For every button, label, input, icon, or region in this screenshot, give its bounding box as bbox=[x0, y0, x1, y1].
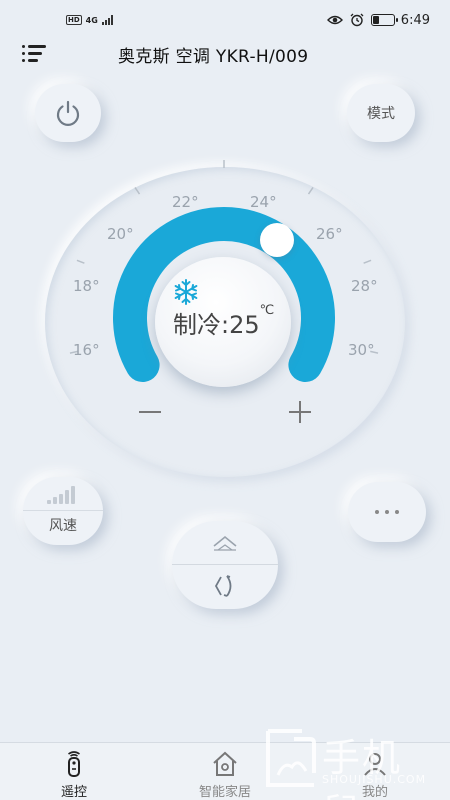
status-bar: HD 4G 6:49 bbox=[0, 0, 450, 40]
menu-button[interactable] bbox=[22, 44, 48, 62]
separator: : bbox=[221, 311, 230, 339]
mode-button[interactable]: 模式 bbox=[347, 84, 415, 142]
temperature-value: 25 bbox=[229, 311, 260, 339]
swing-horizontal-icon bbox=[214, 575, 232, 597]
tick-label-30: 30° bbox=[348, 341, 375, 359]
tick-label-20: 20° bbox=[107, 225, 134, 243]
tab-label-smart-home: 智能家居 bbox=[198, 785, 251, 800]
header: 奥克斯 空调 YKR-H/009 bbox=[0, 36, 450, 70]
temperature-unit: ℃ bbox=[259, 303, 275, 318]
snowflake-icon bbox=[174, 279, 198, 305]
status-left: HD 4G bbox=[66, 15, 113, 25]
tick-label-18: 18° bbox=[73, 277, 100, 295]
tab-label-mine: 我的 bbox=[361, 785, 388, 800]
tick-label-28: 28° bbox=[351, 277, 378, 295]
status-right: 6:49 bbox=[326, 12, 430, 28]
profile-icon bbox=[364, 753, 386, 776]
tab-label-remote: 遥控 bbox=[60, 785, 87, 800]
remote-icon bbox=[68, 751, 80, 777]
home-icon bbox=[213, 751, 237, 776]
swing-vertical-button[interactable] bbox=[172, 521, 278, 564]
tick-label-24: 24° bbox=[250, 193, 277, 211]
wind-divider bbox=[23, 510, 103, 511]
tab-remote[interactable]: 遥控 bbox=[14, 743, 134, 800]
wind-speed-button[interactable]: 风速 bbox=[23, 477, 103, 545]
temperature-readout: 制冷:25℃ bbox=[173, 303, 275, 340]
tick-label-16: 16° bbox=[73, 341, 100, 359]
increase-temperature-button[interactable] bbox=[286, 398, 314, 426]
swing-horizontal-button[interactable] bbox=[172, 565, 278, 608]
page-title: 奥克斯 空调 YKR-H/009 bbox=[118, 47, 309, 67]
battery-level bbox=[372, 16, 379, 24]
network-type: 4G bbox=[85, 15, 98, 25]
eye-icon bbox=[326, 13, 343, 27]
power-button[interactable] bbox=[35, 84, 101, 142]
mode-text: 制冷 bbox=[173, 311, 221, 339]
tab-mine[interactable]: 我的 bbox=[315, 743, 435, 800]
swing-control bbox=[172, 521, 278, 609]
clock: 6:49 bbox=[400, 12, 430, 28]
hd-badge: HD bbox=[66, 15, 82, 25]
more-icon bbox=[375, 510, 399, 514]
signal-icon bbox=[101, 15, 113, 25]
tick-label-22: 22° bbox=[172, 193, 199, 211]
tick-label-26: 26° bbox=[316, 225, 343, 243]
tab-bar: 遥控 智能家居 我的 bbox=[0, 742, 450, 800]
decrease-temperature-button[interactable] bbox=[136, 398, 164, 426]
alarm-icon bbox=[349, 13, 365, 27]
wind-speed-label: 风速 bbox=[49, 518, 77, 534]
wind-speed-icon bbox=[47, 486, 75, 504]
power-icon bbox=[56, 100, 80, 126]
battery-icon bbox=[370, 14, 398, 26]
more-button[interactable] bbox=[348, 482, 426, 542]
tab-smart-home[interactable]: 智能家居 bbox=[165, 743, 285, 800]
swing-vertical-icon bbox=[213, 535, 237, 551]
mode-label: 模式 bbox=[367, 106, 395, 122]
